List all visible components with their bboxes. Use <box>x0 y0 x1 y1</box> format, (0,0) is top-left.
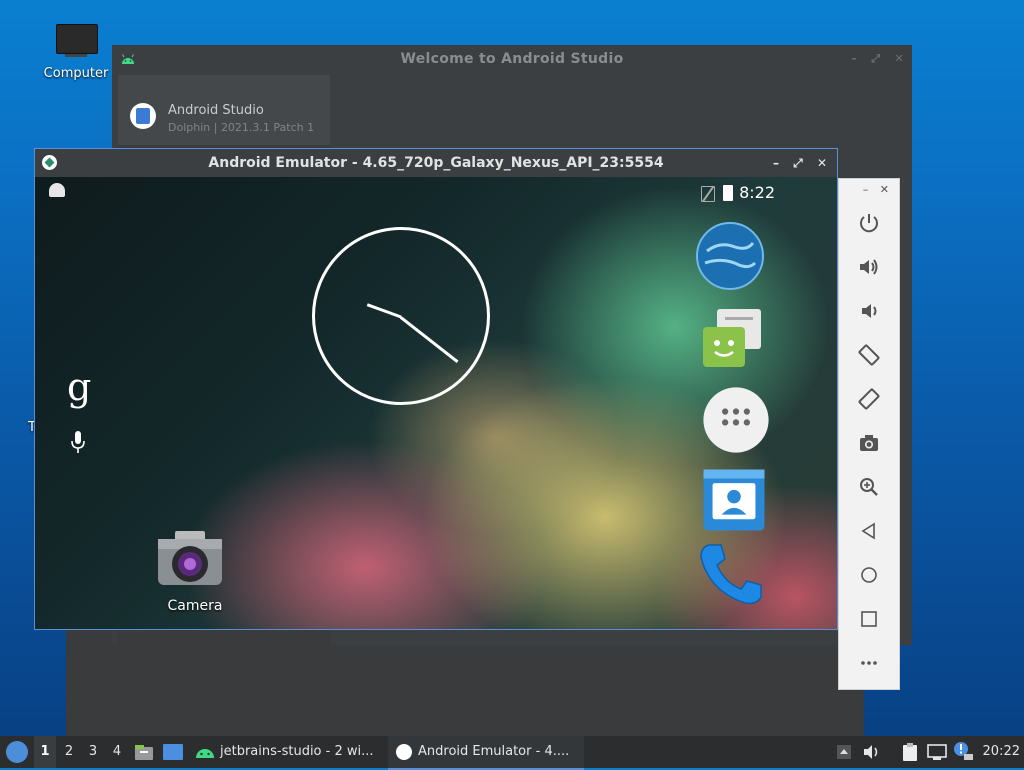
android-emulator-window: Android Emulator - 4.65_720p_Galaxy_Nexu… <box>34 148 838 630</box>
back-icon[interactable] <box>857 519 881 543</box>
network-tray-icon[interactable] <box>926 742 948 762</box>
taskbar-task-studio[interactable]: jetbrains-studio - 2 wi... <box>192 736 382 768</box>
emulator-control-panel: – ✕ <box>838 178 900 690</box>
voice-search-icon[interactable] <box>71 431 85 457</box>
volume-up-icon[interactable] <box>857 255 881 279</box>
studio-maximize-button[interactable]: ⤢ <box>871 52 880 65</box>
power-icon[interactable] <box>857 211 881 235</box>
camera-app-label: Camera <box>167 598 223 614</box>
studio-project-name: Android Studio <box>168 103 264 118</box>
contacts-app-icon[interactable] <box>699 465 769 535</box>
emulator-window-title: Android Emulator - 4.65_720p_Galaxy_Nexu… <box>208 155 664 171</box>
file-manager-icon[interactable] <box>134 742 154 762</box>
studio-window-title: Welcome to Android Studio <box>400 51 624 67</box>
monitor-icon <box>56 24 98 57</box>
emulator-logo-icon <box>42 155 57 170</box>
desktop-computer-icon[interactable]: Computer <box>38 22 114 81</box>
emulator-task-icon <box>396 744 412 760</box>
taskbar-clock[interactable]: 20:22 <box>983 736 1020 768</box>
android-logo-icon <box>122 54 134 64</box>
more-icon[interactable] <box>857 651 881 675</box>
zoom-icon[interactable] <box>857 475 881 499</box>
messaging-app-icon[interactable] <box>695 305 765 375</box>
notification-tray-icon[interactable] <box>952 740 974 762</box>
taskbar: 1 2 3 4 jetbrains-studio - 2 wi... Andro… <box>0 736 1024 770</box>
camera-icon[interactable] <box>857 431 881 455</box>
taskbar-task-studio-label: jetbrains-studio - 2 wi... <box>220 744 374 759</box>
battery-icon <box>723 185 733 201</box>
taskbar-task-emulator[interactable]: Android Emulator - 4.... <box>388 736 584 770</box>
phone-app-icon[interactable] <box>695 539 765 609</box>
volume-tray-icon[interactable] <box>862 743 882 761</box>
workspace-4[interactable]: 4 <box>106 736 128 768</box>
home-icon[interactable] <box>857 563 881 587</box>
android-studio-icon <box>130 103 156 129</box>
clipboard-tray-icon[interactable] <box>900 742 920 762</box>
studio-titlebar: Welcome to Android Studio – ⤢ ✕ <box>112 45 912 73</box>
app-drawer-icon[interactable] <box>701 385 771 455</box>
rotate-left-icon[interactable] <box>857 343 881 367</box>
emulator-maximize-button[interactable]: ⤢ <box>793 156 803 170</box>
workspace-1[interactable]: 1 <box>34 736 56 768</box>
start-menu-icon[interactable] <box>6 741 28 763</box>
studio-minimize-button[interactable]: – <box>851 52 857 65</box>
android-notification-icon <box>49 183 65 197</box>
tray-arrow-icon[interactable] <box>836 744 852 760</box>
status-icons <box>701 185 737 203</box>
camera-app-icon[interactable] <box>155 525 225 595</box>
clock-minute-hand <box>400 316 459 363</box>
emulator-titlebar[interactable]: Android Emulator - 4.65_720p_Galaxy_Nexu… <box>35 149 837 177</box>
workspace-3[interactable]: 3 <box>82 736 104 768</box>
taskbar-task-emulator-label: Android Emulator - 4.... <box>418 744 570 759</box>
workspace-2[interactable]: 2 <box>58 736 80 768</box>
studio-close-button[interactable]: ✕ <box>894 52 904 65</box>
device-screen[interactable]: 8:22 g Camera <box>35 177 837 629</box>
panel-minimize-button[interactable]: – <box>863 183 869 196</box>
panel-close-button[interactable]: ✕ <box>880 183 889 196</box>
overview-icon[interactable] <box>857 607 881 631</box>
rotate-right-icon[interactable] <box>857 387 881 411</box>
no-sim-icon <box>701 186 715 202</box>
browser-app-icon[interactable] <box>695 221 765 291</box>
desktop-computer-label: Computer <box>43 66 109 81</box>
android-task-icon <box>196 749 214 758</box>
clock-hour-hand <box>366 303 402 319</box>
studio-project-version: Dolphin | 2021.3.1 Patch 1 <box>168 121 315 134</box>
google-search-icon[interactable]: g <box>67 365 91 409</box>
emulator-close-button[interactable]: ✕ <box>817 156 827 170</box>
show-desktop-icon[interactable] <box>162 742 184 762</box>
analog-clock-widget[interactable] <box>312 227 490 405</box>
volume-down-icon[interactable] <box>857 299 881 323</box>
status-time: 8:22 <box>739 183 775 202</box>
emulator-minimize-button[interactable]: – <box>773 156 779 170</box>
